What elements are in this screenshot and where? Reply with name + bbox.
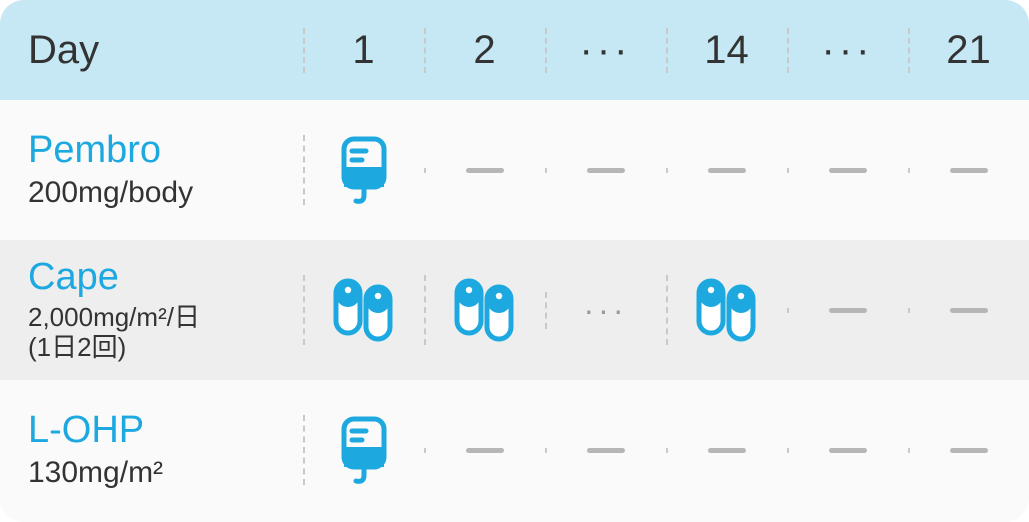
- dose-cell: [666, 448, 787, 453]
- drug-name: Pembro: [28, 130, 303, 172]
- dose-cell: [908, 448, 1029, 453]
- drug-row: Pembro 200mg/body: [0, 100, 1029, 240]
- dose-cell: [787, 308, 908, 313]
- capsule-icon: [328, 275, 400, 345]
- no-dose-dash: [829, 448, 867, 453]
- header-col-21: 21: [908, 28, 1029, 73]
- iv-bag-icon: [338, 135, 390, 205]
- capsule-icon: [449, 275, 521, 345]
- no-dose-dash: [466, 168, 504, 173]
- header-col-2: 2: [424, 28, 545, 73]
- capsule-icon: [691, 275, 763, 345]
- dose-cell: [908, 168, 1029, 173]
- drug-name: Cape: [28, 257, 303, 299]
- day-header-text: Day: [28, 28, 303, 73]
- header-col-1: 1: [303, 28, 424, 73]
- no-dose-dash: [466, 448, 504, 453]
- no-dose-dash: [829, 168, 867, 173]
- no-dose-dash: [950, 168, 988, 173]
- dose-cell: [303, 135, 424, 205]
- dose-cell: [303, 275, 424, 345]
- dose-cell: [424, 168, 545, 173]
- header-label: Day: [0, 28, 303, 73]
- header-col-ellipsis-1: ···: [545, 28, 666, 73]
- drug-dose: 200mg/body: [28, 176, 303, 210]
- drug-dose: 2,000mg/m²/日(1日2回): [28, 303, 303, 363]
- no-dose-dash: [950, 308, 988, 313]
- no-dose-dash: [708, 448, 746, 453]
- drug-label: L-OHP 130mg/m²: [0, 410, 303, 490]
- no-dose-dash: [950, 448, 988, 453]
- drug-row: L-OHP 130mg/m²: [0, 380, 1029, 520]
- dose-cell: [424, 448, 545, 453]
- schedule-table: Day 1 2 ··· 14 ··· 21 Pembro 200mg/body …: [0, 0, 1029, 522]
- dose-cell: [545, 448, 666, 453]
- dose-cell: [666, 275, 787, 345]
- no-dose-dash: [829, 308, 867, 313]
- dose-cell: [545, 168, 666, 173]
- drug-name: L-OHP: [28, 410, 303, 452]
- drug-label: Pembro 200mg/body: [0, 130, 303, 210]
- header-col-ellipsis-2: ···: [787, 28, 908, 73]
- ellipsis-icon: ···: [584, 292, 628, 329]
- dose-cell: [787, 448, 908, 453]
- dose-cell: [303, 415, 424, 485]
- header-row: Day 1 2 ··· 14 ··· 21: [0, 0, 1029, 100]
- dose-cell: [424, 275, 545, 345]
- no-dose-dash: [587, 168, 625, 173]
- iv-bag-icon: [338, 415, 390, 485]
- dose-cell: [666, 168, 787, 173]
- header-col-14: 14: [666, 28, 787, 73]
- drug-row: Cape 2,000mg/m²/日(1日2回) ···: [0, 240, 1029, 380]
- dose-cell: [787, 168, 908, 173]
- no-dose-dash: [587, 448, 625, 453]
- drug-dose: 130mg/m²: [28, 456, 303, 490]
- dose-cell: ···: [545, 292, 666, 329]
- drug-label: Cape 2,000mg/m²/日(1日2回): [0, 257, 303, 363]
- no-dose-dash: [708, 168, 746, 173]
- dose-cell: [908, 308, 1029, 313]
